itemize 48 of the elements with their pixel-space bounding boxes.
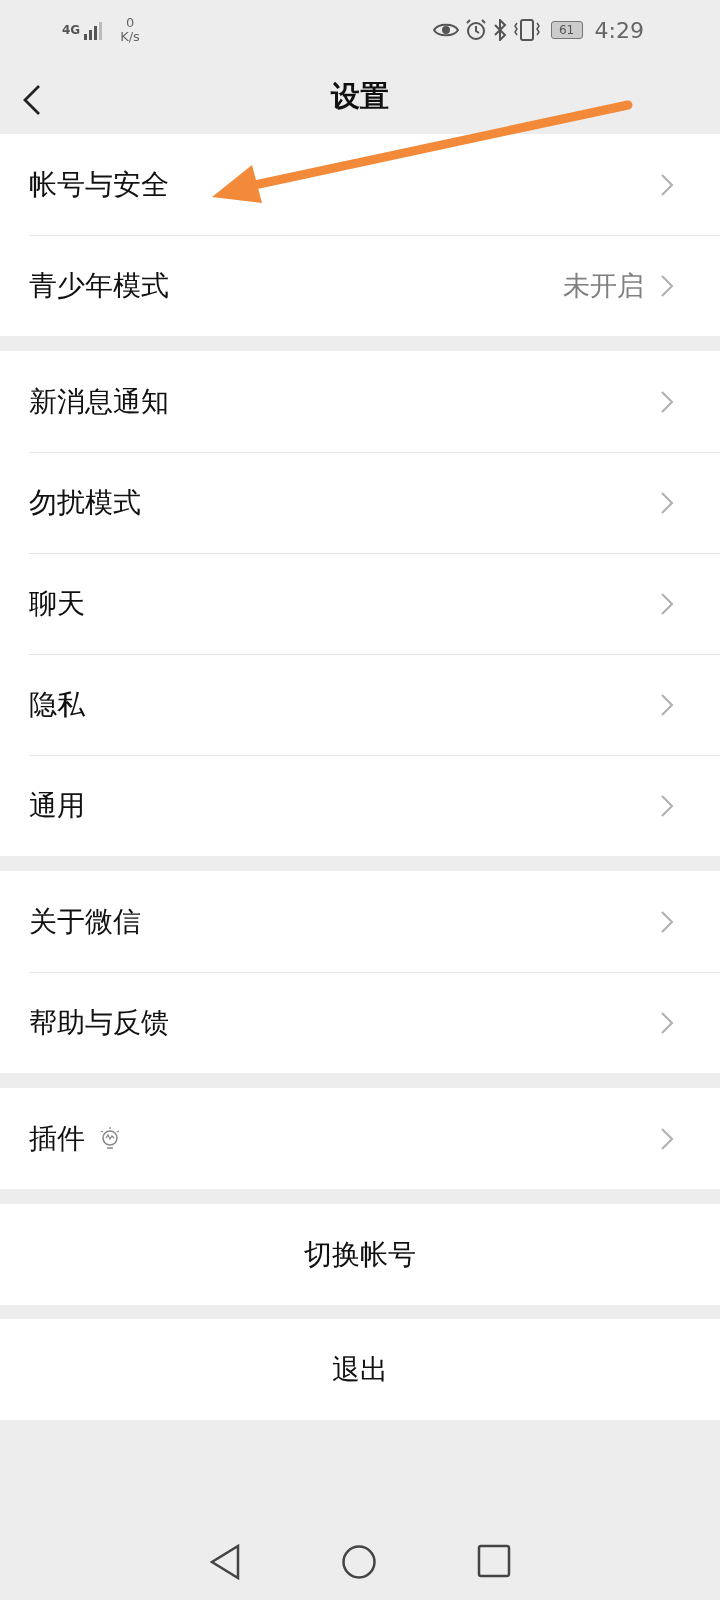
back-nav-icon[interactable]: [209, 1544, 241, 1580]
speed-unit: K/s: [120, 30, 140, 44]
chevron-icon: [660, 172, 674, 197]
recents-nav-icon[interactable]: [477, 1544, 511, 1578]
action-button[interactable]: 退出: [0, 1319, 720, 1420]
chevron-icon: [660, 793, 674, 818]
speed-value: 0: [125, 16, 135, 30]
eye-icon: [432, 21, 459, 39]
chevron-icon: [660, 273, 674, 298]
action-button[interactable]: 切换帐号: [0, 1204, 720, 1305]
chevron-icon: [660, 1010, 674, 1035]
settings-row[interactable]: 插件: [0, 1088, 720, 1189]
row-label: 帐号与安全: [29, 166, 169, 203]
network-type: 4G: [62, 23, 81, 37]
row-label: 帮助与反馈: [29, 1004, 169, 1041]
row-label: 关于微信: [29, 903, 141, 940]
row-label: 通用: [29, 787, 85, 824]
chevron-icon: [660, 692, 674, 717]
vibrate-icon: [512, 19, 541, 41]
settings-row[interactable]: 帐号与安全: [0, 134, 720, 235]
settings-row[interactable]: 勿扰模式: [0, 452, 720, 553]
home-nav-icon[interactable]: [341, 1544, 377, 1580]
row-label: 新消息通知: [29, 383, 169, 420]
settings-row[interactable]: 隐私: [0, 654, 720, 755]
settings-row[interactable]: 关于微信: [0, 871, 720, 972]
settings-row[interactable]: 通用: [0, 755, 720, 856]
clock-time: 4:29: [594, 17, 644, 43]
row-value: 未开启: [563, 268, 644, 303]
lightbulb-icon: [99, 1125, 121, 1152]
page-title: 设置: [331, 78, 389, 115]
settings-row[interactable]: 新消息通知: [0, 351, 720, 452]
chevron-icon: [660, 909, 674, 934]
chevron-icon: [660, 591, 674, 616]
settings-row[interactable]: 帮助与反馈: [0, 972, 720, 1073]
alarm-icon: [464, 19, 487, 41]
settings-row[interactable]: 聊天: [0, 553, 720, 654]
chevron-icon: [660, 490, 674, 515]
row-label: 隐私: [29, 686, 85, 723]
battery-level: 61: [550, 21, 583, 39]
back-icon[interactable]: [22, 84, 42, 116]
chevron-icon: [660, 1126, 674, 1151]
row-label: 青少年模式: [29, 267, 169, 304]
row-label: 勿扰模式: [29, 484, 141, 521]
bluetooth-icon: [492, 19, 507, 41]
chevron-icon: [660, 389, 674, 414]
settings-row[interactable]: 青少年模式 未开启: [0, 235, 720, 336]
row-label: 插件: [29, 1120, 85, 1157]
row-label: 聊天: [29, 585, 85, 622]
